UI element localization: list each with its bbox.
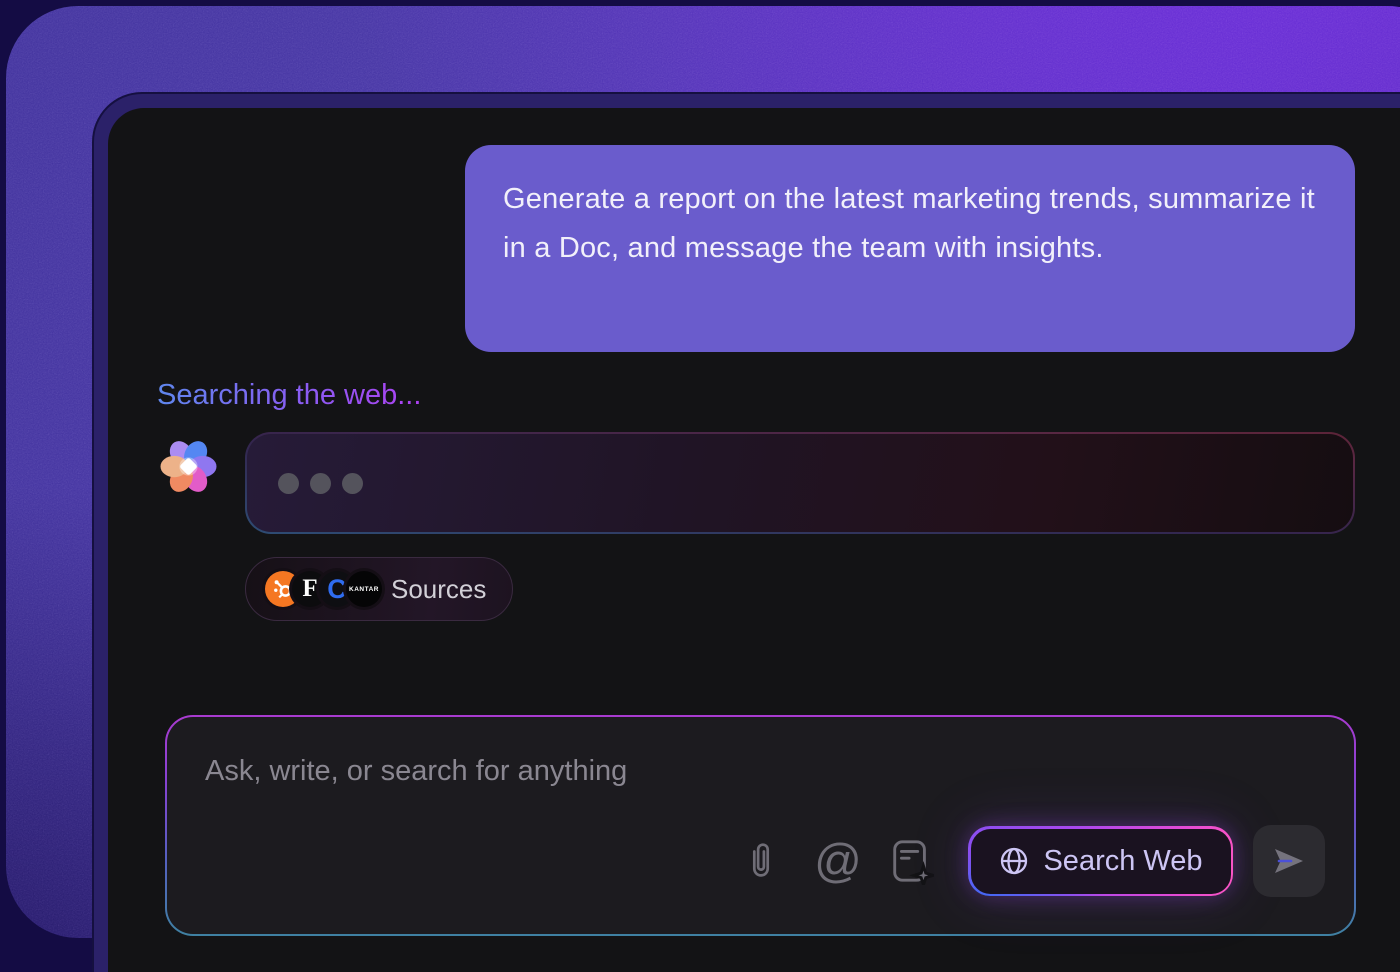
- kantar-icon: KANTAR: [346, 571, 382, 607]
- ai-doc-button[interactable]: [888, 837, 934, 885]
- composer: Ask, write, or search for anything @: [165, 715, 1356, 936]
- ai-response-loading-card: [245, 432, 1355, 534]
- typing-dot: [342, 473, 363, 494]
- ai-doc-icon: [888, 837, 934, 885]
- ai-flower-icon: [160, 438, 217, 495]
- typing-dot: [310, 473, 331, 494]
- attach-button[interactable]: [741, 838, 781, 884]
- at-sign-icon: @: [814, 839, 862, 883]
- c-letter: C: [327, 574, 347, 605]
- status-text: Searching the web...: [157, 379, 421, 412]
- sources-label: Sources: [391, 574, 486, 605]
- send-icon: [1270, 842, 1308, 880]
- typing-dot: [278, 473, 299, 494]
- typing-indicator: [247, 434, 1353, 532]
- kantar-wordmark: KANTAR: [349, 586, 379, 593]
- forbes-letter: F: [302, 575, 317, 603]
- sources-chip[interactable]: F C KANTAR Sources: [245, 557, 513, 621]
- composer-input[interactable]: Ask, write, or search for anything: [205, 755, 627, 788]
- mention-button[interactable]: @: [816, 839, 860, 883]
- source-avatars: F C KANTAR: [265, 571, 382, 607]
- user-message-bubble: Generate a report on the latest marketin…: [465, 145, 1355, 352]
- globe-icon: [998, 845, 1030, 877]
- search-web-label: Search Web: [1043, 845, 1202, 878]
- search-web-button[interactable]: Search Web: [968, 826, 1233, 896]
- screen: Generate a report on the latest marketin…: [0, 0, 1400, 972]
- user-message-text: Generate a report on the latest marketin…: [503, 183, 1315, 264]
- paperclip-icon: [741, 838, 781, 884]
- composer-controls: @: [741, 825, 1325, 897]
- send-button[interactable]: [1253, 825, 1325, 897]
